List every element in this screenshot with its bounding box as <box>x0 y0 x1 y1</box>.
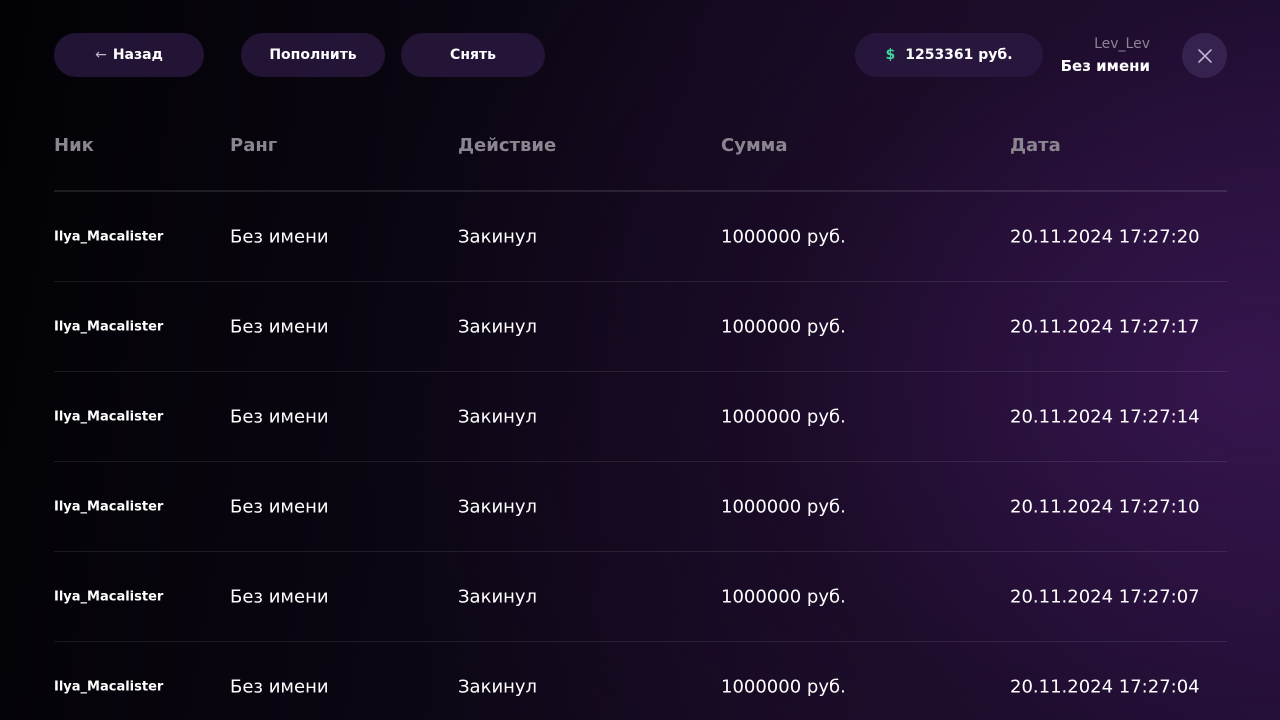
cell-nick: Ilya_Macalister <box>54 229 164 244</box>
arrow-left-icon: ← <box>95 47 107 63</box>
column-header-nick: Ник <box>54 135 94 156</box>
back-button-label: Назад <box>112 47 163 63</box>
transactions-table: Ник Ранг Действие Сумма Дата Ilya_Macali… <box>54 110 1227 720</box>
cell-action: Закинул <box>458 586 538 607</box>
cell-nick: Ilya_Macalister <box>54 679 164 695</box>
user-info: Lev_Lev Без имени <box>1061 35 1150 79</box>
cell-action: Закинул <box>458 226 538 247</box>
withdraw-button-label: Снять <box>450 47 496 63</box>
cell-date: 20.11.2024 17:27:07 <box>1010 586 1200 607</box>
cell-amount: 1000000 руб. <box>721 676 846 698</box>
cell-date: 20.11.2024 17:27:20 <box>1010 226 1200 247</box>
table-header: Ник Ранг Действие Сумма Дата <box>54 110 1227 192</box>
cell-nick: Ilya_Macalister <box>54 589 164 604</box>
cell-rank: Без имени <box>230 586 329 607</box>
cell-date: 20.11.2024 17:27:14 <box>1010 406 1200 427</box>
column-header-amount: Сумма <box>721 135 788 156</box>
close-icon <box>1197 48 1212 63</box>
withdraw-button[interactable]: Снять <box>401 33 545 77</box>
cell-rank: Без имени <box>230 226 329 247</box>
balance-value: 1253361 руб. <box>905 47 1013 63</box>
cell-nick: Ilya_Macalister <box>54 499 164 514</box>
cell-amount: 1000000 руб. <box>721 496 846 517</box>
cell-amount: 1000000 руб. <box>721 316 846 337</box>
column-header-date: Дата <box>1010 135 1061 156</box>
cell-rank: Без имени <box>230 406 329 427</box>
table-row: Ilya_Macalister Без имени Закинул 100000… <box>54 462 1227 552</box>
cell-rank: Без имени <box>230 316 329 337</box>
table-row: Ilya_Macalister Без имени Закинул 100000… <box>54 552 1227 642</box>
user-rank: Без имени <box>1060 57 1150 75</box>
table-row: Ilya_Macalister Без имени Закинул 100000… <box>54 642 1227 720</box>
user-login: Lev_Lev <box>1094 36 1150 52</box>
cell-action: Закинул <box>458 496 538 517</box>
top-bar: ← Назад Пополнить Снять $ 1253361 руб. L… <box>0 0 1280 110</box>
deposit-button-label: Пополнить <box>269 47 357 63</box>
dollar-icon: $ <box>885 47 896 63</box>
column-header-rank: Ранг <box>230 135 278 156</box>
cell-amount: 1000000 руб. <box>721 586 846 607</box>
cell-amount: 1000000 руб. <box>721 226 846 247</box>
table-row: Ilya_Macalister Без имени Закинул 100000… <box>54 282 1227 372</box>
cell-action: Закинул <box>458 676 538 698</box>
back-button[interactable]: ← Назад <box>54 33 204 77</box>
table-row: Ilya_Macalister Без имени Закинул 100000… <box>54 192 1227 282</box>
close-button[interactable] <box>1182 33 1227 78</box>
cell-date: 20.11.2024 17:27:04 <box>1010 676 1200 698</box>
cell-action: Закинул <box>458 406 538 427</box>
cell-date: 20.11.2024 17:27:17 <box>1010 316 1200 337</box>
deposit-button[interactable]: Пополнить <box>241 33 385 77</box>
column-header-action: Действие <box>458 135 557 156</box>
cell-action: Закинул <box>458 316 538 337</box>
cell-rank: Без имени <box>230 676 329 698</box>
cell-nick: Ilya_Macalister <box>54 409 164 424</box>
balance-display: $ 1253361 руб. <box>855 33 1043 77</box>
cell-nick: Ilya_Macalister <box>54 319 164 334</box>
table-row: Ilya_Macalister Без имени Закинул 100000… <box>54 372 1227 462</box>
cell-amount: 1000000 руб. <box>721 406 846 427</box>
cell-date: 20.11.2024 17:27:10 <box>1010 496 1200 517</box>
cell-rank: Без имени <box>230 496 329 517</box>
